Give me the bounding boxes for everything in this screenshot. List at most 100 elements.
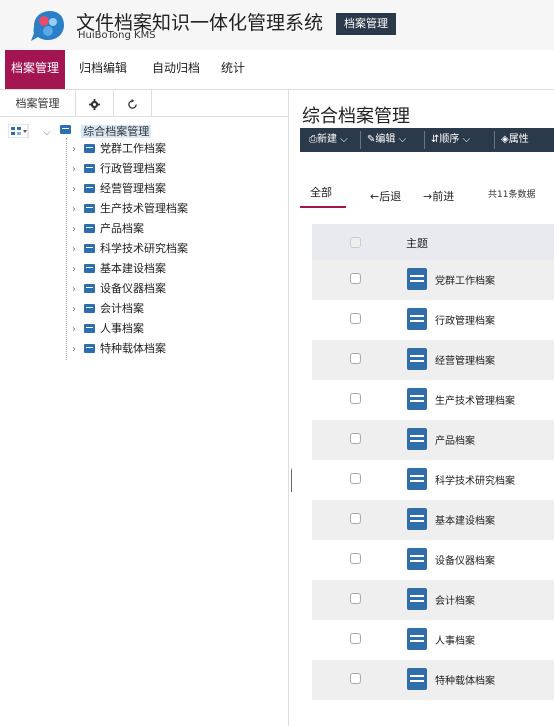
tree-node[interactable]: › 生产技术管理档案: [72, 200, 188, 218]
record-count: 共11条数据: [488, 190, 536, 200]
tree-node-label[interactable]: 人事档案: [100, 322, 144, 335]
row-subject[interactable]: 生产技术管理档案: [435, 392, 515, 407]
row-checkbox[interactable]: [350, 553, 361, 564]
chevron-right-icon[interactable]: ›: [72, 321, 82, 339]
archive-folder-icon: [407, 388, 427, 410]
row-checkbox[interactable]: [350, 313, 361, 324]
tree-node[interactable]: › 特种载体档案: [72, 340, 166, 358]
row-subject[interactable]: 人事档案: [435, 632, 475, 647]
tab-all[interactable]: 全部: [310, 184, 332, 200]
action-toolbar: ⎙新建 ⌵ ✎编辑 ⌵ ⇵顺序 ⌵ ◈属性: [300, 128, 554, 152]
tree-node-label[interactable]: 设备仪器档案: [100, 282, 166, 295]
folder-icon: [84, 263, 95, 273]
row-subject[interactable]: 产品档案: [435, 432, 475, 447]
row-checkbox[interactable]: [350, 473, 361, 484]
table-row[interactable]: 生产技术管理档案: [312, 380, 554, 420]
folder-icon: [84, 243, 95, 253]
chevron-down-icon[interactable]: ⌵: [43, 127, 53, 138]
tree-node-label[interactable]: 产品档案: [100, 222, 144, 235]
forward-button[interactable]: →前进: [423, 188, 454, 204]
tree-node[interactable]: › 经营管理档案: [72, 180, 166, 198]
row-subject[interactable]: 党群工作档案: [435, 272, 495, 287]
tree-node[interactable]: › 人事档案: [72, 320, 144, 338]
row-checkbox[interactable]: [350, 633, 361, 644]
table-row[interactable]: 会计档案: [312, 580, 554, 620]
chevron-right-icon[interactable]: ›: [72, 241, 82, 259]
row-checkbox[interactable]: [350, 273, 361, 284]
table-row[interactable]: 基本建设档案: [312, 500, 554, 540]
tree-node-label[interactable]: 特种载体档案: [100, 342, 166, 355]
order-button[interactable]: ⇵顺序 ⌵: [428, 131, 473, 149]
chevron-right-icon[interactable]: ›: [72, 261, 82, 279]
chevron-right-icon[interactable]: ›: [72, 281, 82, 299]
row-subject[interactable]: 行政管理档案: [435, 312, 495, 327]
chevron-down-icon: ⌵: [337, 134, 348, 145]
tree-root[interactable]: ⌵ 综合档案管理: [7, 120, 152, 138]
row-checkbox[interactable]: [350, 593, 361, 604]
chevron-right-icon[interactable]: ›: [72, 181, 82, 199]
tree-node-label[interactable]: 基本建设档案: [100, 262, 166, 275]
huibotong-logo-icon: [31, 11, 64, 41]
tree-node-label[interactable]: 科学技术研究档案: [100, 242, 188, 255]
table-row[interactable]: 特种载体档案: [312, 660, 554, 700]
table-header: 主题: [312, 224, 554, 260]
row-subject[interactable]: 基本建设档案: [435, 512, 495, 527]
tree-node-label[interactable]: 会计档案: [100, 302, 144, 315]
archive-folder-icon: [407, 588, 427, 610]
module-badge[interactable]: 档案管理: [336, 13, 396, 35]
tree-mode-icon[interactable]: [7, 123, 34, 138]
tree-node[interactable]: › 基本建设档案: [72, 260, 166, 278]
new-button[interactable]: ⎙新建 ⌵: [306, 131, 351, 149]
table-row[interactable]: 党群工作档案: [312, 260, 554, 300]
table-row[interactable]: 行政管理档案: [312, 300, 554, 340]
tab-archive-management[interactable]: 档案管理: [0, 90, 76, 117]
row-checkbox[interactable]: [350, 393, 361, 404]
folder-icon: [84, 303, 95, 313]
select-all-checkbox[interactable]: [350, 237, 361, 248]
chevron-right-icon[interactable]: ›: [72, 141, 82, 159]
tree-node[interactable]: › 党群工作档案: [72, 140, 166, 158]
table-row[interactable]: 经营管理档案: [312, 340, 554, 380]
tree-node[interactable]: › 行政管理档案: [72, 160, 166, 178]
row-checkbox[interactable]: [350, 353, 361, 364]
row-subject[interactable]: 科学技术研究档案: [435, 472, 515, 487]
tree-node-label[interactable]: 经营管理档案: [100, 182, 166, 195]
tab-refresh[interactable]: [114, 90, 152, 117]
row-checkbox[interactable]: [350, 673, 361, 684]
tree-node[interactable]: › 会计档案: [72, 300, 144, 318]
archive-folder-icon: [407, 308, 427, 330]
back-button[interactable]: ←后退: [370, 188, 401, 204]
archive-folder-icon: [407, 628, 427, 650]
tree-node[interactable]: › 设备仪器档案: [72, 280, 166, 298]
chevron-right-icon[interactable]: ›: [72, 221, 82, 239]
row-subject[interactable]: 设备仪器档案: [435, 552, 495, 567]
edit-button[interactable]: ✎编辑 ⌵: [364, 131, 409, 149]
nav-item-archive-edit[interactable]: 归档编辑: [73, 50, 133, 89]
chevron-right-icon[interactable]: ›: [72, 301, 82, 319]
tree-node-label[interactable]: 生产技术管理档案: [100, 202, 188, 215]
nav-item-statistics[interactable]: 统计: [215, 50, 251, 89]
row-checkbox[interactable]: [350, 433, 361, 444]
table-row[interactable]: 产品档案: [312, 420, 554, 460]
archive-folder-icon: [407, 348, 427, 370]
folder-icon: [84, 183, 95, 193]
nav-item-archive-management[interactable]: 档案管理: [5, 50, 66, 89]
chevron-right-icon[interactable]: ›: [72, 201, 82, 219]
nav-item-auto-archive[interactable]: 自动归档: [146, 50, 206, 89]
tree-node[interactable]: › 产品档案: [72, 220, 144, 238]
chevron-right-icon[interactable]: ›: [72, 341, 82, 359]
chevron-right-icon[interactable]: ›: [72, 161, 82, 179]
row-subject[interactable]: 特种载体档案: [435, 672, 495, 687]
tree-root-label[interactable]: 综合档案管理: [81, 125, 152, 138]
tree-node-label[interactable]: 行政管理档案: [100, 162, 166, 175]
table-row[interactable]: 人事档案: [312, 620, 554, 660]
tree-node[interactable]: › 科学技术研究档案: [72, 240, 188, 258]
tab-settings[interactable]: [76, 90, 114, 117]
row-subject[interactable]: 会计档案: [435, 592, 475, 607]
row-checkbox[interactable]: [350, 513, 361, 524]
row-subject[interactable]: 经营管理档案: [435, 352, 495, 367]
tree-node-label[interactable]: 党群工作档案: [100, 142, 166, 155]
table-row[interactable]: 科学技术研究档案: [312, 460, 554, 500]
table-row[interactable]: 设备仪器档案: [312, 540, 554, 580]
properties-button[interactable]: ◈属性: [498, 131, 532, 149]
